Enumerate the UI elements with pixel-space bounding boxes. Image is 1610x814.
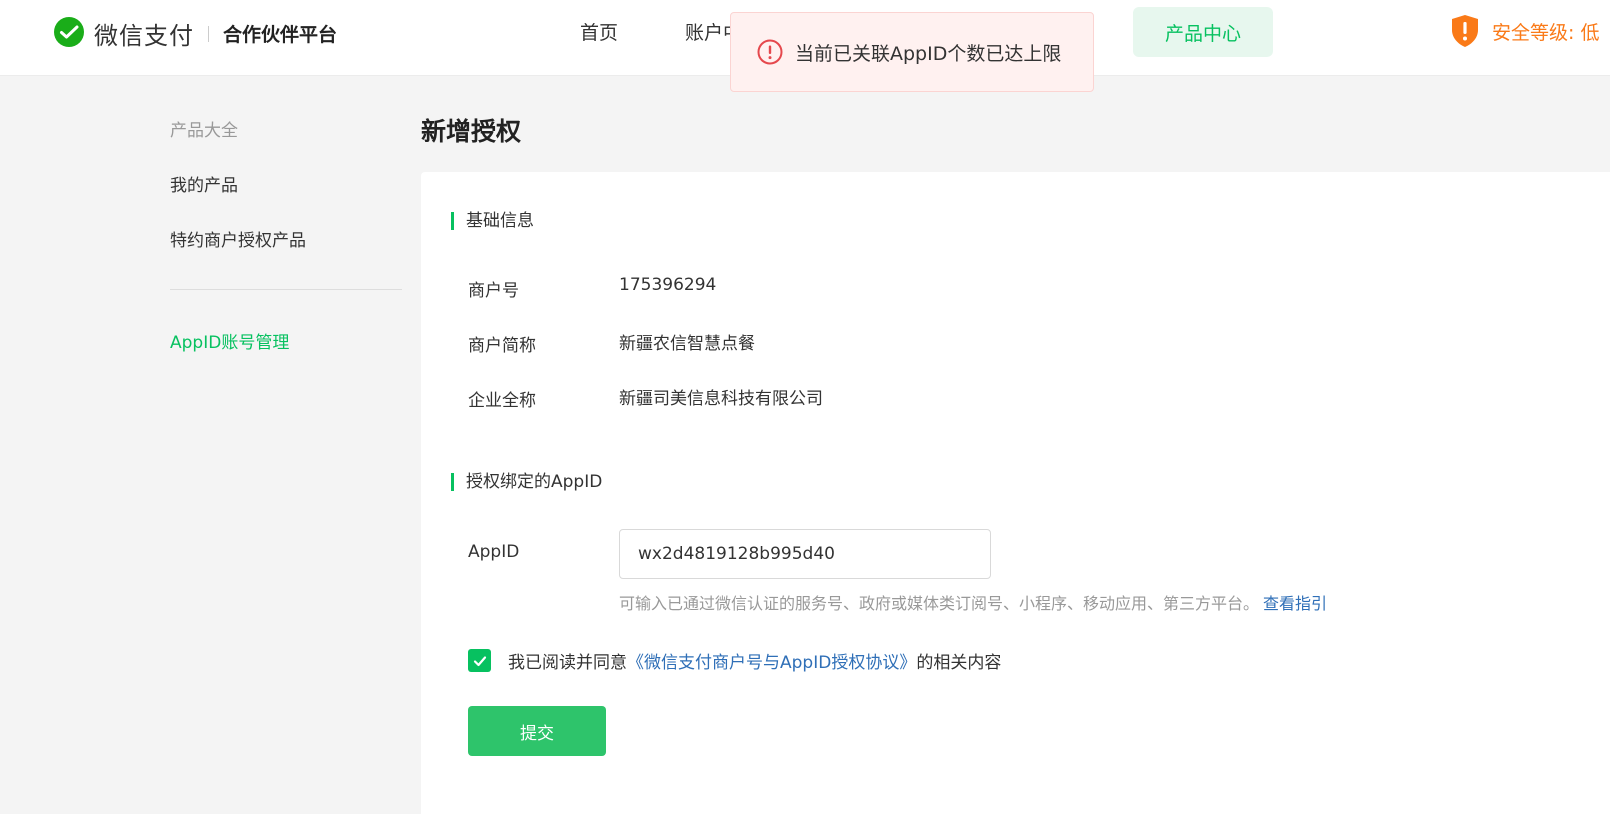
agreement-row: 我已阅读并同意 《微信支付商户号与AppID授权协议》 的相关内容 [468,648,1001,673]
merchant-short-name-value: 新疆农信智慧点餐 [619,334,755,354]
merchant-id-label: 商户号 [468,281,519,301]
security-level[interactable]: 安全等级: 低 [1450,14,1599,48]
platform-name: 合作伙伴平台 [223,24,338,46]
section-title-basic-info: 基础信息 [451,212,534,230]
security-level-text: 安全等级: 低 [1492,21,1600,44]
merchant-short-name-label: 商户简称 [468,336,536,356]
wechat-pay-icon [54,16,84,47]
nav-product-center-label: 产品中心 [1164,22,1241,45]
submit-button[interactable]: 提交 [468,706,606,756]
appid-input[interactable] [619,529,991,579]
sidebar-item-my-products[interactable]: 我的产品 [170,171,238,196]
checkmark-icon [473,655,486,666]
agreement-prefix: 我已阅读并同意 [508,653,627,673]
nav-product-center[interactable]: 产品中心 [1133,7,1273,57]
brand-name: 微信支付 [94,22,194,50]
agreement-suffix: 的相关内容 [916,653,1002,673]
appid-hint-text: 可输入已通过微信认证的服务号、政府或媒体类订阅号、小程序、移动应用、第三方平台。 [619,594,1260,613]
sidebar-item-appid-management[interactable]: AppID账号管理 [170,328,289,353]
toast-message: 当前已关联AppID个数已达上限 [795,42,1062,65]
view-guide-link[interactable]: 查看指引 [1263,594,1327,613]
agreement-link[interactable]: 《微信支付商户号与AppID授权协议》 [627,648,916,673]
logo-divider [208,25,209,42]
sidebar-category-products: 产品大全 [170,121,238,141]
page-title: 新增授权 [421,117,522,146]
company-full-name-value: 新疆司美信息科技有限公司 [619,389,823,409]
sidebar-item-special-merchant[interactable]: 特约商户授权产品 [170,226,306,251]
agreement-checkbox[interactable] [468,649,491,672]
section-title-bind-appid: 授权绑定的AppID [451,473,602,491]
merchant-id-value: 175396294 [619,275,717,295]
authorization-form-card: 基础信息 商户号 175396294 商户简称 新疆农信智慧点餐 企业全称 新疆… [421,172,1610,814]
sidebar-divider [170,289,402,290]
nav-home[interactable]: 首页 [580,18,618,45]
error-toast: 当前已关联AppID个数已达上限 [730,12,1094,92]
error-circle-icon [757,39,783,65]
appid-hint: 可输入已通过微信认证的服务号、政府或媒体类订阅号、小程序、移动应用、第三方平台。… [619,590,1327,614]
appid-label: AppID [468,542,520,562]
shield-warning-icon [1452,15,1478,47]
company-full-name-label: 企业全称 [468,391,536,411]
wechat-pay-logo[interactable]: 微信支付 合作伙伴平台 [52,16,337,51]
